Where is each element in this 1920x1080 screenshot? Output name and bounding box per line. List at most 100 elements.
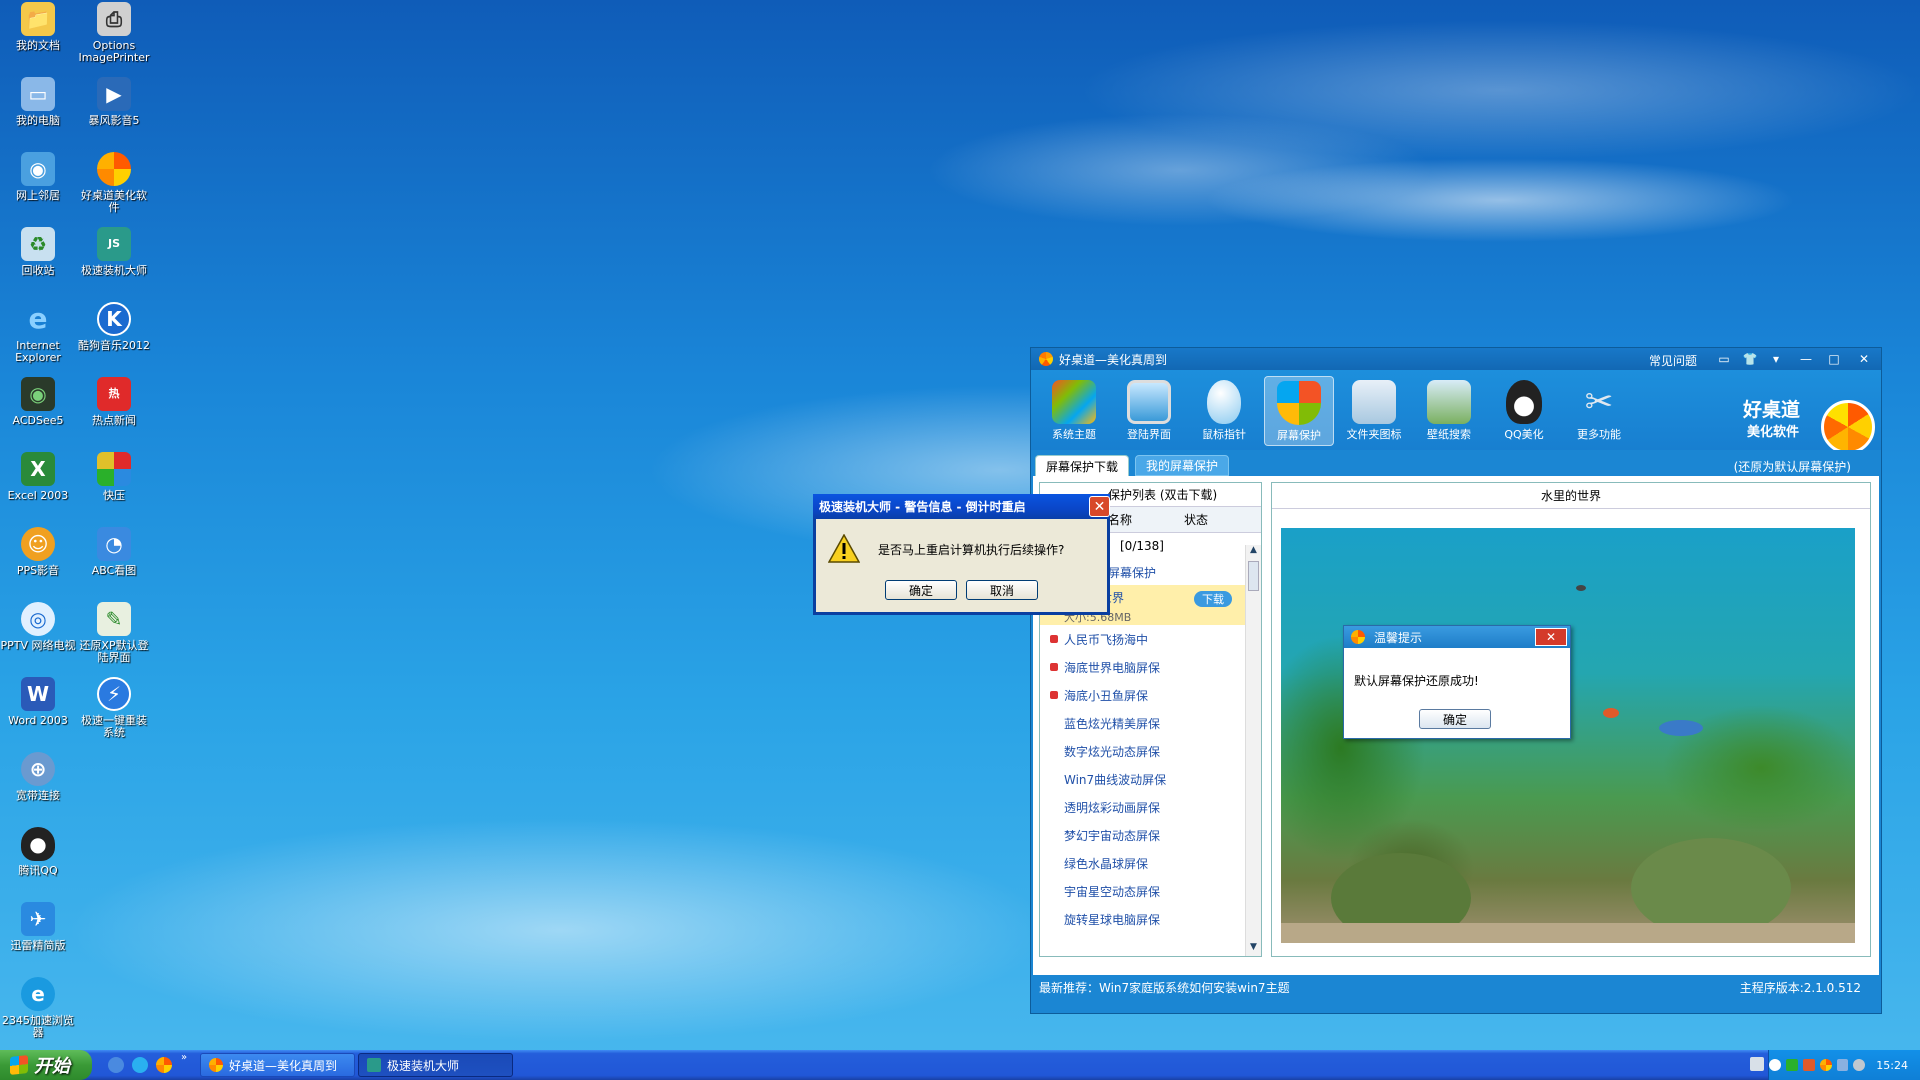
tool-screensaver[interactable]: 屏幕保护 (1264, 376, 1334, 446)
list-item[interactable]: 梦幻宇宙动态屏保 (1040, 821, 1261, 849)
feedback-icon[interactable]: ▭ (1711, 348, 1737, 370)
desktop-icon-word[interactable]: W Word 2003 (0, 677, 76, 727)
tool-login-screen[interactable]: 登陆界面 (1114, 376, 1184, 446)
desktop-icon-pptv[interactable]: ◎ PPTV 网络电视 (0, 602, 76, 652)
tool-label: 鼠标指针 (1202, 428, 1246, 441)
maximize-button[interactable]: □ (1821, 348, 1847, 370)
tray-expand-icon[interactable] (1769, 1059, 1781, 1071)
desktop-icon-hot-news[interactable]: 热热点新闻 (76, 377, 152, 427)
quicklaunch-desktop-icon[interactable] (108, 1057, 124, 1073)
desktop-icon-label: 酷狗音乐2012 (78, 339, 150, 352)
desktop-icon-my-computer[interactable]: ▭ 我的电脑 (0, 77, 76, 127)
desktop-icon-pps[interactable]: ☺ PPS影音 (0, 527, 76, 577)
desktop-icon-xunlei[interactable]: ✈ 迅雷精简版 (0, 902, 76, 952)
taskbar: 开始 » 好桌道—美化真周到 极速装机大师 15:24 (0, 1050, 1920, 1080)
desktop-icon-haozhuodao[interactable]: 好桌道美化软件 (76, 152, 152, 214)
desktop-icon-reinstall[interactable]: ⚡ 极速一键重装系统 (76, 677, 152, 739)
keyboard-icon[interactable] (1750, 1057, 1764, 1071)
popup-ok-button[interactable]: 确定 (1419, 709, 1491, 729)
restore-default-link[interactable]: (还原为默认屏幕保护) (1734, 458, 1851, 475)
tool-folder-icon[interactable]: 文件夹图标 (1339, 376, 1409, 446)
desktop-icon-label: PPTV 网络电视 (0, 639, 76, 652)
tool-mouse-pointer[interactable]: 鼠标指针 (1189, 376, 1259, 446)
tray-network-icon[interactable] (1785, 1059, 1798, 1071)
tray-volume-icon[interactable] (1853, 1059, 1866, 1071)
tray-security-icon[interactable] (1802, 1059, 1815, 1071)
tool-system-theme[interactable]: 系统主题 (1039, 376, 1109, 446)
scroll-down-icon[interactable]: ▼ (1246, 942, 1261, 956)
tray-haozhuodao-icon[interactable] (1819, 1059, 1832, 1071)
list-item[interactable]: 透明炫彩动画屏保 (1040, 793, 1261, 821)
tool-more-functions[interactable]: ✂ 更多功能 (1564, 376, 1634, 446)
desktop-icon-my-documents[interactable]: 📁 我的文档 (0, 2, 76, 52)
task-button-haozhuodao[interactable]: 好桌道—美化真周到 (200, 1053, 355, 1077)
dialog-ok-button[interactable]: 确定 (885, 580, 957, 600)
download-button[interactable]: 下载 (1194, 591, 1232, 607)
tool-label: 更多功能 (1577, 428, 1621, 441)
desktop-icon-acdsee[interactable]: ◉ ACDSee5 (0, 377, 76, 427)
desktop-icon-qq[interactable]: ● 腾讯QQ (0, 827, 76, 877)
tab-my-screensaver[interactable]: 我的屏幕保护 (1135, 455, 1230, 476)
quicklaunch-ie-icon[interactable] (132, 1057, 148, 1073)
desktop-icon-js-installer[interactable]: JS 极速装机大师 (76, 227, 152, 277)
popup-close-button[interactable]: ✕ (1535, 628, 1567, 646)
list-item[interactable]: Win7曲线波动屏保 (1040, 765, 1261, 793)
tab-screensaver-download[interactable]: 屏幕保护下载 (1035, 455, 1130, 476)
excel-icon: X (21, 452, 55, 486)
tool-wallpaper-search[interactable]: 壁纸搜索 (1414, 376, 1484, 446)
broadband-icon: ⊕ (21, 752, 55, 786)
desktop-icon-label: 迅雷精简版 (10, 939, 66, 952)
list-item[interactable]: 宇宙星空动态屏保 (1040, 877, 1261, 905)
latest-recommendation-link[interactable]: 最新推荐：Win7家庭版系统如何安装win7主题 (1039, 979, 1290, 996)
wallpaper-search-icon (1427, 380, 1471, 424)
desktop-icon-label: Internet Explorer (15, 339, 61, 364)
list-scrollbar[interactable]: ▲ ▼ (1245, 545, 1261, 956)
dialog-cancel-button[interactable]: 取消 (966, 580, 1038, 600)
list-item[interactable]: 蓝色炫光精美屏保 (1040, 709, 1261, 737)
quicklaunch-haozhuodao-icon[interactable] (156, 1057, 172, 1073)
list-item[interactable]: 数字炫光动态屏保 (1040, 737, 1261, 765)
tray-display-icon[interactable] (1836, 1059, 1849, 1071)
desktop-icon-label: 我的电脑 (16, 114, 60, 127)
desktop-icon-abc-viewer[interactable]: ◔ ABC看图 (76, 527, 152, 577)
start-button[interactable]: 开始 (0, 1050, 92, 1080)
skin-icon[interactable]: 👕 (1737, 348, 1763, 370)
desktop-icon-restore-login[interactable]: ✎ 还原XP默认登陆界面 (76, 602, 152, 664)
menu-dropdown-icon[interactable]: ▾ (1763, 348, 1789, 370)
desktop-icon-excel[interactable]: X Excel 2003 (0, 452, 76, 502)
tool-qq-beautify[interactable]: QQ美化 (1489, 376, 1559, 446)
clock[interactable]: 15:24 (1876, 1059, 1908, 1072)
my-documents-icon: 📁 (21, 2, 55, 36)
abc-viewer-icon: ◔ (97, 527, 131, 561)
dialog-title-bar[interactable]: 极速装机大师 - 警告信息 - 倒计时重启 ✕ (813, 494, 1110, 519)
kugou-icon: K (97, 302, 131, 336)
dialog-close-button[interactable]: ✕ (1089, 496, 1110, 517)
task-button-js-installer[interactable]: 极速装机大师 (358, 1053, 513, 1077)
popup-title: 温馨提示 (1374, 630, 1423, 645)
list-item[interactable]: 人民币飞扬海中 (1040, 625, 1261, 653)
desktop-icon-kugou[interactable]: K 酷狗音乐2012 (76, 302, 152, 352)
list-item[interactable]: 海底小丑鱼屏保 (1040, 681, 1261, 709)
desktop-icon-label: PPS影音 (16, 564, 60, 577)
xunlei-icon: ✈ (21, 902, 55, 936)
desktop-icon-network[interactable]: ◉ 网上邻居 (0, 152, 76, 202)
list-item[interactable]: 旋转星球电脑屏保 (1040, 905, 1261, 933)
desktop-icon-imageprinter[interactable]: ⎙ Options ImagePrinter (76, 2, 152, 64)
quicklaunch-expand-icon[interactable]: » (181, 1052, 187, 1063)
faq-link[interactable]: 常见问题 (1649, 352, 1697, 369)
list-item[interactable]: 海底世界电脑屏保 (1040, 653, 1261, 681)
desktop-icon-2345-browser[interactable]: e 2345加速浏览器 (0, 977, 76, 1039)
list-item[interactable]: 绿色水晶球屏保 (1040, 849, 1261, 877)
minimize-button[interactable]: — (1793, 348, 1819, 370)
desktop-icon-kuaiya[interactable]: 快压 (76, 452, 152, 502)
brand-sub: 美化软件 (1747, 425, 1800, 440)
close-button[interactable]: ✕ (1851, 348, 1877, 370)
desktop-icon-recycle-bin[interactable]: ♻ 回收站 (0, 227, 76, 277)
scroll-up-icon[interactable]: ▲ (1246, 545, 1261, 559)
desktop-icon-baofeng[interactable]: ▶ 暴风影音5 (76, 77, 152, 127)
desktop-icon-ie[interactable]: e Internet Explorer (0, 302, 76, 364)
windows-flag-icon (10, 1055, 28, 1075)
desktop-icon-broadband[interactable]: ⊕ 宽带连接 (0, 752, 76, 802)
scroll-thumb[interactable] (1248, 561, 1259, 591)
desktop-icon-label: 回收站 (21, 264, 55, 277)
